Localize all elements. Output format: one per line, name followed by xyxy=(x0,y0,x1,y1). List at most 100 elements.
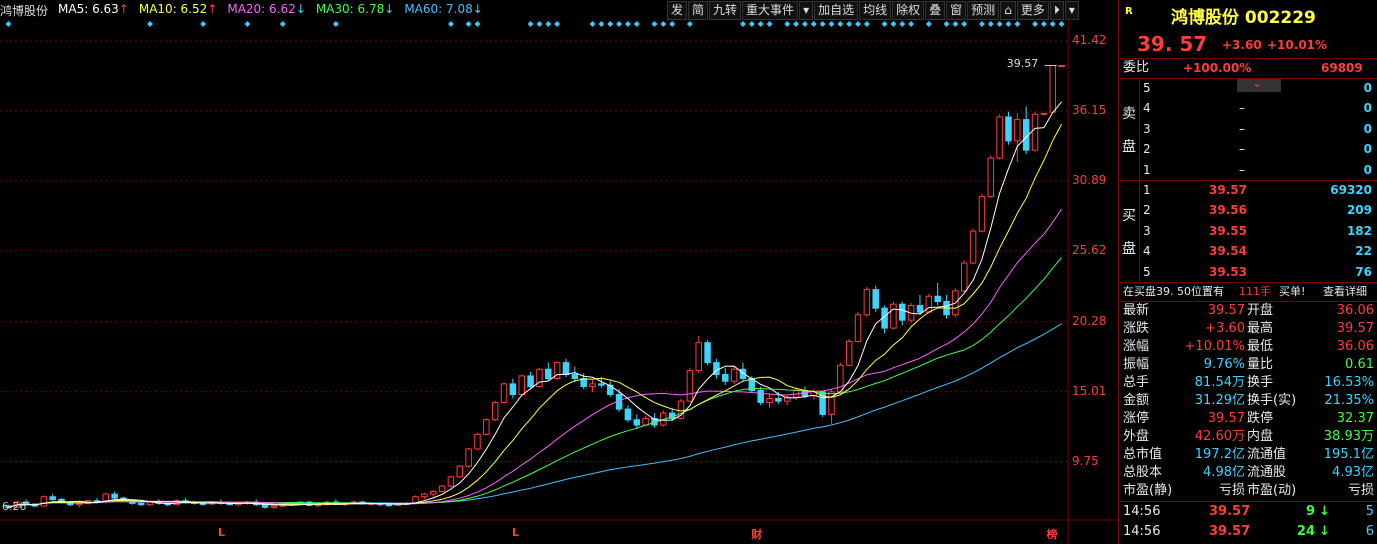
candle-body[interactable] xyxy=(1058,65,1065,68)
signal-diamond-icon[interactable] xyxy=(1040,21,1047,27)
exright-button[interactable]: 除权 xyxy=(892,1,925,20)
candle-body[interactable] xyxy=(509,383,517,395)
signal-diamond-icon[interactable] xyxy=(686,21,693,27)
signal-diamond-icon[interactable] xyxy=(828,21,835,27)
candle-body[interactable] xyxy=(686,370,694,402)
buy-row[interactable]: 1 39.57 69320 xyxy=(1119,181,1377,199)
candle-body[interactable] xyxy=(385,504,393,507)
candle-body[interactable] xyxy=(438,485,446,492)
signal-diamond-icon[interactable] xyxy=(996,21,1003,27)
candle-body[interactable] xyxy=(704,342,711,364)
signal-diamond-icon[interactable] xyxy=(633,21,640,27)
candle-body[interactable] xyxy=(960,262,968,292)
signal-diamond-icon[interactable] xyxy=(279,21,286,27)
candle-body[interactable] xyxy=(527,375,534,388)
candle-body[interactable] xyxy=(137,502,145,506)
sell-row[interactable]: 3 – 0 xyxy=(1119,120,1377,138)
signal-diamond-icon[interactable] xyxy=(589,21,596,27)
events-button[interactable]: 重大事件 xyxy=(742,1,799,20)
signal-diamond-icon[interactable] xyxy=(987,21,994,27)
kline-chart[interactable]: 鸿博股份 MA5: 6.63↑ MA10: 6.52↑ MA20: 6.62↓ … xyxy=(0,0,1118,544)
signal-diamond-icon[interactable] xyxy=(147,21,154,27)
signal-diamond-icon[interactable] xyxy=(1005,21,1012,27)
candle-body[interactable] xyxy=(465,448,472,467)
candle-body[interactable] xyxy=(483,419,490,435)
candle-body[interactable] xyxy=(934,295,941,303)
candle-body[interactable] xyxy=(421,493,428,498)
candle-body[interactable] xyxy=(491,401,499,421)
candle-body[interactable] xyxy=(863,289,871,316)
candle-body[interactable] xyxy=(199,502,207,505)
signal-diamond-icon[interactable] xyxy=(863,21,870,27)
expand-icon[interactable]: ⏵ xyxy=(1049,1,1064,20)
candle-body[interactable] xyxy=(1014,119,1021,142)
signal-diamond-icon[interactable] xyxy=(1049,21,1056,27)
signal-diamond-icon[interactable] xyxy=(925,21,932,27)
candle-body[interactable] xyxy=(916,305,924,313)
signal-diamond-icon[interactable] xyxy=(739,21,746,27)
notice-link[interactable]: 查看详细 xyxy=(1323,283,1367,301)
candle-body[interactable] xyxy=(447,476,455,487)
candle-body[interactable] xyxy=(925,295,933,313)
candle-body[interactable] xyxy=(571,374,579,380)
candle-body[interactable] xyxy=(111,493,118,499)
window-button[interactable]: 窗 xyxy=(946,1,967,20)
candle-body[interactable] xyxy=(996,116,1003,159)
signal-diamond-icon[interactable] xyxy=(607,21,614,27)
signal-diamond-icon[interactable] xyxy=(908,21,915,27)
candle-body[interactable] xyxy=(1040,112,1048,115)
buy-row[interactable]: 4 39.54 22 xyxy=(1119,242,1377,260)
candle-body[interactable] xyxy=(518,375,525,395)
candle-body[interactable] xyxy=(40,496,48,507)
candle-body[interactable] xyxy=(766,397,773,403)
candle-body[interactable] xyxy=(49,496,56,500)
signal-diamond-icon[interactable] xyxy=(978,21,985,27)
signal-diamond-icon[interactable] xyxy=(952,21,959,27)
signal-diamond-icon[interactable] xyxy=(899,21,906,27)
buy-row[interactable]: 5 39.53 76 xyxy=(1119,263,1377,281)
candle-body[interactable] xyxy=(642,417,649,426)
signal-diamond-icon[interactable] xyxy=(890,21,897,27)
candle-body[interactable] xyxy=(730,368,738,382)
signal-diamond-icon[interactable] xyxy=(447,21,454,27)
signal-diamond-icon[interactable] xyxy=(536,21,543,27)
candle-body[interactable] xyxy=(775,397,782,402)
signal-diamond-icon[interactable] xyxy=(465,21,472,27)
signal-diamond-icon[interactable] xyxy=(855,21,862,27)
candle-body[interactable] xyxy=(899,303,906,321)
candle-body[interactable] xyxy=(562,362,570,376)
sell-row[interactable]: 50 xyxy=(1119,79,1377,97)
candle-body[interactable] xyxy=(1005,116,1012,142)
candle-body[interactable] xyxy=(1031,113,1039,151)
candle-body[interactable] xyxy=(474,433,481,450)
signal-diamond-icon[interactable] xyxy=(669,21,676,27)
events-dropdown-icon[interactable]: ▾ xyxy=(799,1,814,20)
signal-diamond-icon[interactable] xyxy=(660,21,667,27)
signal-diamond-icon[interactable] xyxy=(819,21,826,27)
predict-button[interactable]: 预测 xyxy=(967,1,1000,20)
signal-diamond-icon[interactable] xyxy=(757,21,764,27)
signal-diamond-icon[interactable] xyxy=(748,21,755,27)
candle-body[interactable] xyxy=(890,303,897,329)
signal-diamond-icon[interactable] xyxy=(801,21,808,27)
candle-body[interactable] xyxy=(722,374,729,382)
candle-body[interactable] xyxy=(598,383,605,386)
fa-button[interactable]: 发 xyxy=(667,1,688,20)
signal-diamond-icon[interactable] xyxy=(200,21,207,27)
candle-body[interactable] xyxy=(757,390,764,403)
candle-body[interactable] xyxy=(845,340,853,366)
event-marker[interactable]: L xyxy=(218,526,225,539)
candle-body[interactable] xyxy=(589,383,596,388)
signal-diamond-icon[interactable] xyxy=(332,21,339,27)
lock-icon[interactable]: ⌂ xyxy=(1000,1,1016,20)
signal-diamond-icon[interactable] xyxy=(244,21,251,27)
signal-diamond-icon[interactable] xyxy=(474,21,481,27)
signal-diamond-icon[interactable] xyxy=(545,21,552,27)
kline-svg[interactable] xyxy=(0,0,1118,544)
signal-diamond-icon[interactable] xyxy=(766,21,773,27)
signal-diamond-icon[interactable] xyxy=(616,21,623,27)
candle-body[interactable] xyxy=(624,408,632,421)
signal-diamond-icon[interactable] xyxy=(5,21,12,27)
sell-row[interactable]: 2 – 0 xyxy=(1119,140,1377,158)
buy-row[interactable]: 3 39.55 182 xyxy=(1119,222,1377,240)
